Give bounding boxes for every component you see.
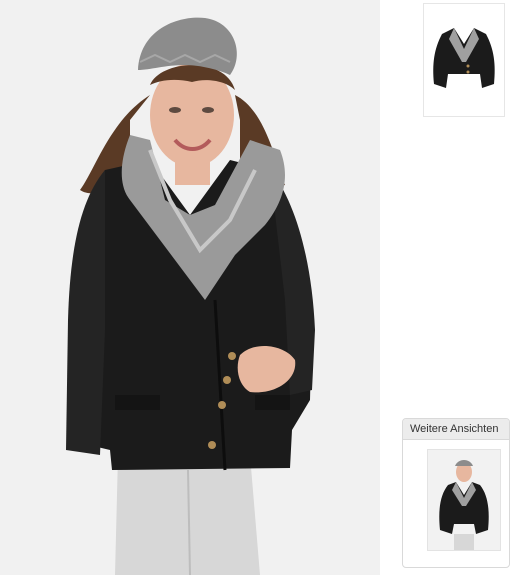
model-photo-illustration bbox=[0, 0, 380, 575]
more-views-thumbnail[interactable] bbox=[427, 449, 501, 551]
more-views-panel: Weitere Ansichten bbox=[402, 418, 510, 568]
jacket-thumbnail-illustration bbox=[424, 4, 504, 116]
more-views-title: Weitere Ansichten bbox=[403, 419, 509, 440]
thumbnail-product-only[interactable] bbox=[423, 3, 505, 117]
main-product-image[interactable] bbox=[0, 0, 380, 575]
model-thumbnail-illustration bbox=[428, 450, 500, 550]
